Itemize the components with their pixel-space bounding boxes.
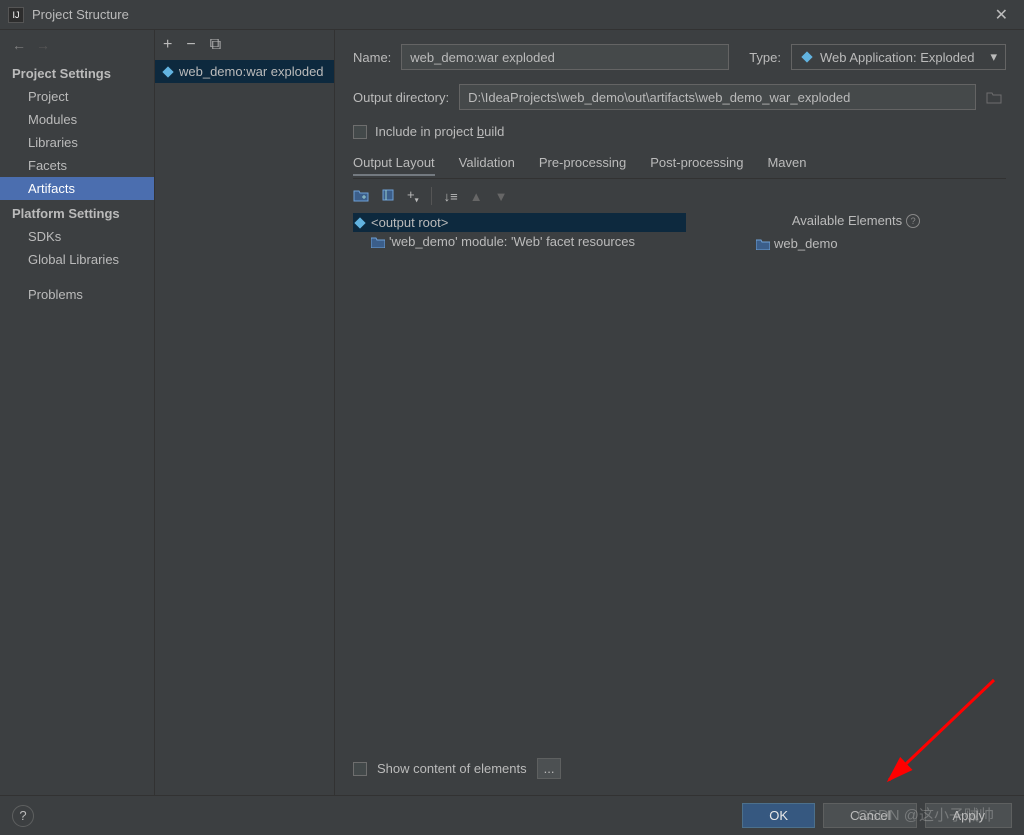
artifact-icon [161, 65, 175, 79]
footer-help-icon[interactable]: ? [12, 805, 34, 827]
footer: ? OK Cancel Apply [0, 795, 1024, 835]
tabs: Output Layout Validation Pre-processing … [353, 151, 1006, 179]
artifact-type-icon [800, 50, 814, 64]
sidebar-item-global-libraries[interactable]: Global Libraries [0, 248, 154, 271]
tab-maven[interactable]: Maven [767, 151, 806, 176]
show-content-checkbox[interactable] [353, 762, 367, 776]
outdir-row: Output directory: [353, 84, 1006, 110]
sidebar-item-project[interactable]: Project [0, 85, 154, 108]
tab-output-layout[interactable]: Output Layout [353, 151, 435, 176]
available-item-row[interactable]: web_demo [706, 234, 1006, 253]
sidebar-item-problems[interactable]: Problems [0, 283, 154, 306]
add-icon[interactable]: + [163, 36, 172, 54]
forward-icon[interactable]: → [36, 37, 50, 53]
output-root-icon [353, 216, 367, 230]
tree-child-label: 'web_demo' module: 'Web' facet resources [389, 234, 635, 249]
output-tree[interactable]: <output root> 'web_demo' module: 'Web' f… [353, 213, 686, 752]
show-content-config-button[interactable]: ... [537, 758, 562, 779]
artifact-list-item[interactable]: web_demo:war exploded [155, 60, 334, 83]
sidebar-item-artifacts[interactable]: Artifacts [0, 177, 154, 200]
name-row: Name: Type: Web Application: Exploded [353, 44, 1006, 70]
available-panel: Available Elements ? web_demo [706, 213, 1006, 752]
sidebar-heading-platform: Platform Settings [0, 200, 154, 225]
app-icon: IJ [8, 7, 24, 23]
copy-icon[interactable]: ⧉ [210, 36, 221, 54]
type-label: Type: [749, 50, 781, 65]
nav-row: ← → [0, 30, 154, 60]
toolbar-divider [431, 187, 432, 205]
available-header-label: Available Elements [792, 213, 902, 228]
facet-resource-icon [371, 236, 385, 248]
bottom-row: Show content of elements ... [353, 752, 1006, 785]
main-panel: Name: Type: Web Application: Exploded Ou… [335, 30, 1024, 795]
tree-panels: <output root> 'web_demo' module: 'Web' f… [353, 213, 1006, 752]
layout-toolbar: +▾ ↓≡ ▲ ▼ [353, 187, 1006, 205]
apply-button[interactable]: Apply [925, 803, 1012, 828]
available-item-label: web_demo [774, 236, 838, 251]
type-dropdown[interactable]: Web Application: Exploded [791, 44, 1006, 70]
cancel-button[interactable]: Cancel [823, 803, 917, 828]
sidebar: ← → Project Settings Project Modules Lib… [0, 30, 155, 795]
close-icon[interactable]: ✕ [987, 5, 1016, 25]
help-icon[interactable]: ? [906, 214, 920, 228]
tree-child-row[interactable]: 'web_demo' module: 'Web' facet resources [353, 232, 686, 251]
browse-folder-icon[interactable] [986, 87, 1006, 107]
sidebar-item-modules[interactable]: Modules [0, 108, 154, 131]
sidebar-heading-project: Project Settings [0, 60, 154, 85]
tree-root-label: <output root> [371, 215, 448, 230]
move-up-icon[interactable]: ▲ [470, 189, 483, 204]
remove-icon[interactable]: − [186, 36, 195, 54]
window-title: Project Structure [32, 7, 987, 22]
move-down-icon[interactable]: ▼ [495, 189, 508, 204]
artifact-list-panel: + − ⧉ web_demo:war exploded [155, 30, 335, 795]
workspace: ← → Project Settings Project Modules Lib… [0, 30, 1024, 795]
sidebar-item-sdks[interactable]: SDKs [0, 225, 154, 248]
name-input[interactable] [401, 44, 729, 70]
artifact-toolbar: + − ⧉ [155, 30, 334, 60]
artifact-item-label: web_demo:war exploded [179, 64, 324, 79]
include-label: Include in project build [375, 124, 504, 139]
include-checkbox[interactable] [353, 125, 367, 139]
sort-icon[interactable]: ↓≡ [444, 189, 458, 204]
titlebar: IJ Project Structure ✕ [0, 0, 1024, 30]
type-value: Web Application: Exploded [820, 50, 974, 65]
add-copy-icon[interactable]: +▾ [407, 187, 419, 205]
sidebar-item-libraries[interactable]: Libraries [0, 131, 154, 154]
tab-post-processing[interactable]: Post-processing [650, 151, 743, 176]
show-content-label: Show content of elements [377, 761, 527, 776]
name-label: Name: [353, 50, 391, 65]
outdir-input[interactable] [459, 84, 976, 110]
tab-pre-processing[interactable]: Pre-processing [539, 151, 626, 176]
include-row: Include in project build [353, 124, 1006, 139]
ok-button[interactable]: OK [742, 803, 815, 828]
available-header: Available Elements ? [706, 213, 1006, 228]
sidebar-item-facets[interactable]: Facets [0, 154, 154, 177]
outdir-label: Output directory: [353, 90, 449, 105]
module-folder-icon [756, 238, 770, 250]
tab-validation[interactable]: Validation [459, 151, 515, 176]
new-folder-icon[interactable] [353, 188, 369, 205]
tree-root-row[interactable]: <output root> [353, 213, 686, 232]
back-icon[interactable]: ← [12, 37, 26, 53]
new-archive-icon[interactable] [381, 188, 395, 205]
